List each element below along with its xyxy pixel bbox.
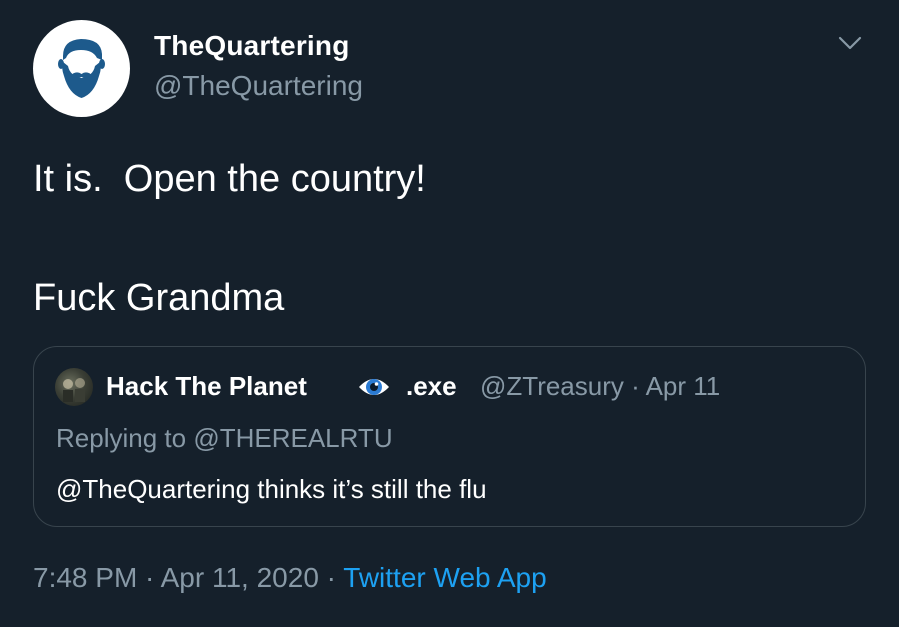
replying-to-handle[interactable]: @THEREALRTU xyxy=(193,423,392,453)
quoted-tweet-text: @TheQuartering thinks it’s still the flu xyxy=(56,474,487,504)
footer-separator-1: · xyxy=(137,562,161,593)
quoted-display-name-suffix[interactable]: .exe xyxy=(406,371,457,402)
author-handle[interactable]: @TheQuartering xyxy=(154,70,363,102)
tweet-text-line-1: It is. Open the country! xyxy=(33,158,426,200)
tweet-date[interactable]: Apr 11, 2020 xyxy=(161,562,319,593)
chevron-down-icon[interactable] xyxy=(836,32,864,54)
footer-separator-2: · xyxy=(318,562,344,593)
quoted-date[interactable]: Apr 11 xyxy=(646,371,721,401)
replying-to-prefix: Replying to xyxy=(56,423,194,453)
tweet-card: TheQuartering @TheQuartering It is. Open… xyxy=(0,0,899,627)
tweet-footer: 7:48 PM · Apr 11, 2020 · Twitter Web App xyxy=(33,562,547,594)
author-display-name[interactable]: TheQuartering xyxy=(154,30,350,62)
eye-emoji-icon xyxy=(359,379,389,395)
author-avatar[interactable] xyxy=(33,20,130,117)
meta-separator: · xyxy=(623,371,646,401)
quoted-handle[interactable]: @ZTreasury xyxy=(480,371,624,401)
quoted-meta: @ZTreasury · Apr 11 xyxy=(480,371,720,402)
group-photo-icon xyxy=(63,378,85,402)
quoted-display-name[interactable]: Hack The Planet xyxy=(106,371,307,402)
tweet-source-link[interactable]: Twitter Web App xyxy=(343,562,546,593)
bearded-man-icon xyxy=(58,39,105,98)
quoted-avatar[interactable] xyxy=(55,368,93,406)
replying-to: Replying to @THEREALRTU xyxy=(56,423,393,454)
tweet-text-line-2: Fuck Grandma xyxy=(33,277,285,319)
quoted-tweet[interactable]: Hack The Planet .exe @ZTreasury · Apr 11… xyxy=(33,346,866,527)
tweet-time[interactable]: 7:48 PM xyxy=(33,562,137,593)
